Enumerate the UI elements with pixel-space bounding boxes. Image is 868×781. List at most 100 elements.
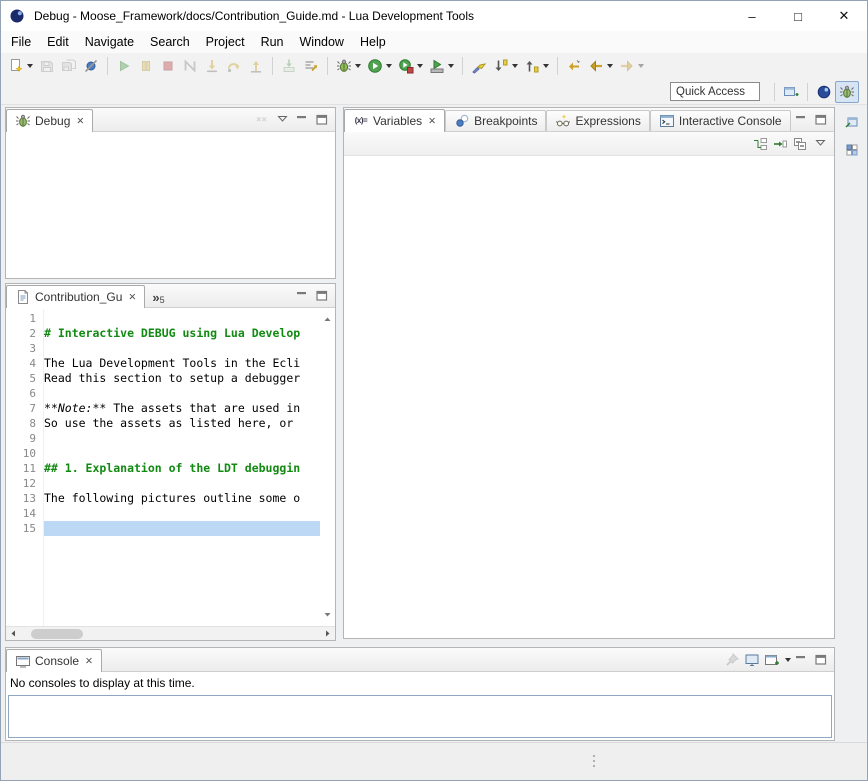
scroll-down-icon[interactable] xyxy=(323,608,332,622)
minimize-button[interactable] xyxy=(292,286,312,306)
minimize-button[interactable] xyxy=(791,110,811,130)
scrollbar-thumb[interactable] xyxy=(31,629,83,639)
scrollbar-track[interactable] xyxy=(21,629,320,639)
line-number[interactable]: 4 xyxy=(6,356,36,371)
editor-line[interactable]: The Lua Development Tools in the Ecli xyxy=(44,356,320,371)
coverage-button[interactable] xyxy=(395,55,426,77)
tab-breakpoints[interactable]: Breakpoints xyxy=(445,110,546,131)
line-number[interactable]: 7 xyxy=(6,401,36,416)
dropdown-arrow-icon[interactable] xyxy=(448,64,454,68)
maximize-button[interactable] xyxy=(811,650,831,670)
editor-line[interactable]: Read this section to setup a debugger xyxy=(44,371,320,386)
use-step-filters-button[interactable] xyxy=(300,55,322,77)
show-logical-structure-button[interactable] xyxy=(770,134,790,154)
editor-line[interactable] xyxy=(44,311,320,326)
variables-body[interactable] xyxy=(344,158,834,638)
lua-perspective-button[interactable] xyxy=(813,81,835,103)
scroll-right-icon[interactable] xyxy=(323,627,332,641)
skip-all-breakpoints-button[interactable] xyxy=(80,55,102,77)
editor-current-line[interactable] xyxy=(44,521,320,536)
editor-line[interactable] xyxy=(44,506,320,521)
external-tools-button[interactable] xyxy=(426,55,457,77)
line-number-ruler[interactable]: 123456789101112131415 xyxy=(6,309,44,626)
titlebar[interactable]: Debug - Moose_Framework/docs/Contributio… xyxy=(1,1,867,31)
pin-console-button[interactable] xyxy=(722,650,742,670)
back-button[interactable] xyxy=(585,55,616,77)
run-button[interactable] xyxy=(364,55,395,77)
console-viewer[interactable] xyxy=(8,695,832,738)
minimize-button[interactable] xyxy=(791,650,811,670)
horizontal-scrollbar[interactable] xyxy=(6,626,335,640)
debug-perspective-button[interactable] xyxy=(835,81,859,103)
close-icon[interactable]: ✕ xyxy=(128,292,136,303)
close-icon[interactable]: ✕ xyxy=(428,116,436,127)
open-perspective-button[interactable] xyxy=(780,81,802,103)
collapse-all-button[interactable] xyxy=(790,134,810,154)
suspend-button[interactable] xyxy=(135,55,157,77)
editor-line[interactable]: **Note:** The assets that are used in xyxy=(44,401,320,416)
editor-overflow-tabs[interactable]: » 5 xyxy=(145,288,171,307)
save-button[interactable] xyxy=(36,55,58,77)
terminate-button[interactable] xyxy=(157,55,179,77)
dropdown-arrow-icon[interactable] xyxy=(607,64,613,68)
maximize-button[interactable] xyxy=(811,110,831,130)
restore-view-button[interactable] xyxy=(841,111,863,133)
window-close-button[interactable]: ✕ xyxy=(821,1,867,31)
quick-access-field[interactable]: Quick Access xyxy=(670,82,760,101)
line-number[interactable]: 1 xyxy=(6,311,36,326)
scroll-left-icon[interactable] xyxy=(9,627,18,641)
step-over-button[interactable] xyxy=(223,55,245,77)
tab-interactive-console[interactable]: Interactive Console xyxy=(650,110,791,131)
menu-run[interactable]: Run xyxy=(253,33,292,51)
editor-line[interactable]: # Interactive DEBUG using Lua Develop xyxy=(44,326,320,341)
view-menu-button[interactable] xyxy=(810,134,830,154)
close-icon[interactable]: ✕ xyxy=(76,116,84,127)
editor-line[interactable]: The following pictures outline some o xyxy=(44,491,320,506)
tab-console[interactable]: Console ✕ xyxy=(6,649,102,672)
window-maximize-button[interactable]: □ xyxy=(775,1,821,31)
disconnect-button[interactable] xyxy=(179,55,201,77)
save-all-button[interactable] xyxy=(58,55,80,77)
open-console-button[interactable] xyxy=(762,650,782,670)
menu-edit[interactable]: Edit xyxy=(39,33,77,51)
tab-expressions[interactable]: Expressions xyxy=(546,110,649,131)
dropdown-arrow-icon[interactable] xyxy=(417,64,423,68)
search-button[interactable] xyxy=(468,55,490,77)
display-selected-console-button[interactable] xyxy=(742,650,762,670)
line-number[interactable]: 13 xyxy=(6,491,36,506)
maximize-button[interactable] xyxy=(312,110,332,130)
menu-file[interactable]: File xyxy=(3,33,39,51)
dropdown-arrow-icon[interactable] xyxy=(638,64,644,68)
line-number[interactable]: 12 xyxy=(6,476,36,491)
next-annotation-button[interactable] xyxy=(490,55,521,77)
line-number[interactable]: 15 xyxy=(6,521,36,536)
editor-text-area[interactable]: # Interactive DEBUG using Lua Develop The… xyxy=(44,309,320,626)
new-wizard-button[interactable] xyxy=(5,55,36,77)
editor-line[interactable] xyxy=(44,476,320,491)
line-number[interactable]: 8 xyxy=(6,416,36,431)
debug-button[interactable] xyxy=(333,55,364,77)
minimize-button[interactable] xyxy=(292,110,312,130)
line-number[interactable]: 9 xyxy=(6,431,36,446)
editor-line[interactable] xyxy=(44,386,320,401)
previous-annotation-button[interactable] xyxy=(521,55,552,77)
dropdown-arrow-icon[interactable] xyxy=(27,64,33,68)
scroll-up-icon[interactable] xyxy=(323,313,332,327)
last-edit-location-button[interactable] xyxy=(563,55,585,77)
tab-variables[interactable]: (x)=Variables✕ xyxy=(344,109,445,132)
menu-help[interactable]: Help xyxy=(352,33,394,51)
drop-to-frame-button[interactable] xyxy=(278,55,300,77)
step-into-button[interactable] xyxy=(201,55,223,77)
editor-line[interactable]: ## 1. Explanation of the LDT debuggin xyxy=(44,461,320,476)
view-menu-button[interactable] xyxy=(272,110,292,130)
editor-line[interactable] xyxy=(44,446,320,461)
remove-all-terminated-button[interactable] xyxy=(252,110,272,130)
show-type-names-button[interactable] xyxy=(750,134,770,154)
tab-debug[interactable]: Debug ✕ xyxy=(6,109,93,132)
dropdown-arrow-icon[interactable] xyxy=(512,64,518,68)
menu-window[interactable]: Window xyxy=(292,33,352,51)
line-number[interactable]: 14 xyxy=(6,506,36,521)
editor-line[interactable] xyxy=(44,341,320,356)
line-number[interactable]: 11 xyxy=(6,461,36,476)
resize-grip[interactable] xyxy=(593,755,595,767)
